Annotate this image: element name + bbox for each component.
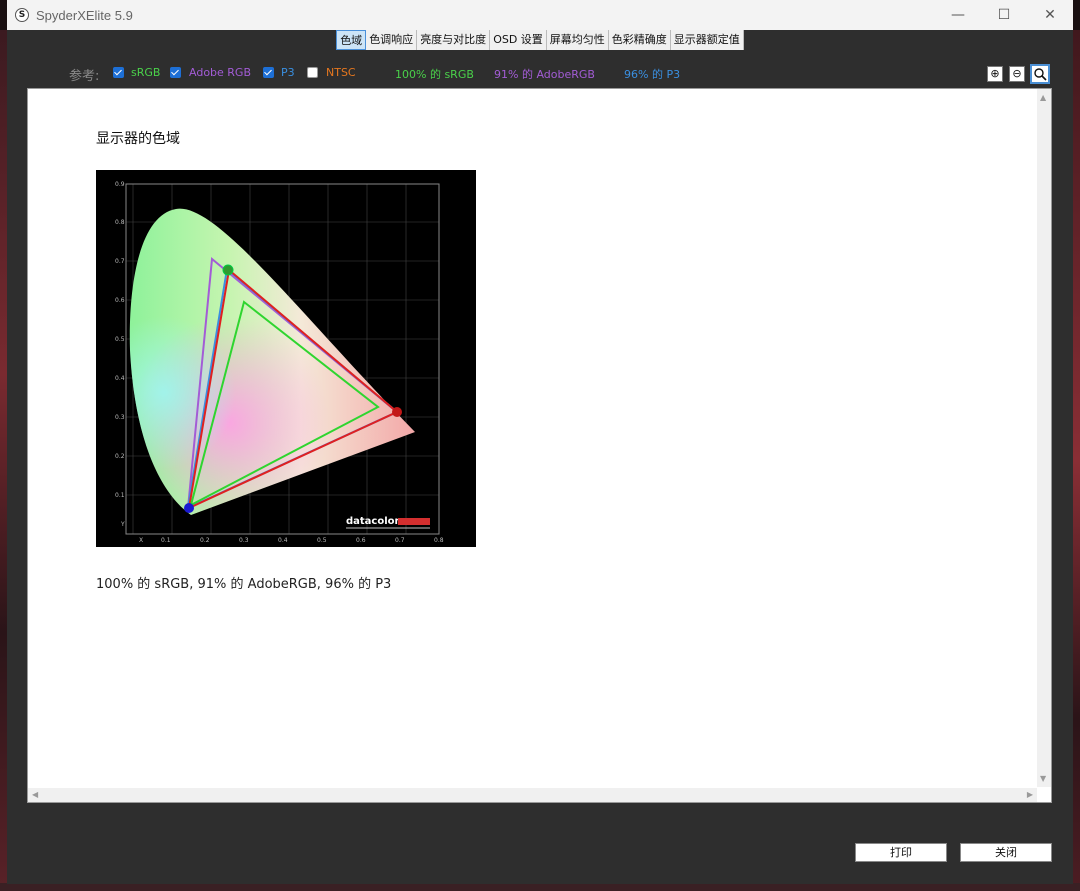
title-bar: S SpyderXElite 5.9 — ☐ ✕	[7, 0, 1073, 30]
horizontal-scrollbar[interactable]: ◀ ▶	[28, 788, 1037, 802]
gamut-summary: 100% 的 sRGB, 91% 的 AdobeRGB, 96% 的 P3	[96, 577, 392, 592]
scroll-left-icon[interactable]: ◀	[32, 790, 38, 799]
reference-row: 参考: sRGB Adobe RGB P3 NTSC 100% 的 sRGB 9…	[7, 62, 1073, 84]
scroll-right-icon[interactable]: ▶	[1027, 790, 1033, 799]
tab-display-rating[interactable]: 显示器额定值	[671, 30, 744, 50]
svg-text:0.8: 0.8	[434, 537, 444, 544]
datacolor-logo: datacolor	[346, 516, 400, 527]
svg-text:0.8: 0.8	[115, 219, 125, 226]
tab-tone-response[interactable]: 色调响应	[366, 30, 418, 50]
svg-text:0.3: 0.3	[115, 414, 125, 421]
scroll-up-icon[interactable]: ▲	[1040, 93, 1046, 102]
close-button[interactable]: 关闭	[960, 843, 1052, 862]
gamut-diagram: X 0.1 0.2 0.3 0.4 0.5 0.6 0.7 0.8 Y 0.1 …	[96, 170, 476, 547]
svg-text:0.5: 0.5	[317, 537, 327, 544]
svg-text:0.1: 0.1	[161, 537, 171, 544]
svg-text:Y: Y	[120, 521, 125, 528]
p3-label: P3	[281, 66, 295, 79]
scroll-down-icon[interactable]: ▼	[1040, 774, 1046, 783]
zoom-out-icon: ⊖	[1012, 67, 1022, 80]
green-primary-point	[222, 264, 234, 276]
maximize-button[interactable]: ☐	[981, 0, 1027, 30]
magnifier-icon	[1034, 68, 1047, 81]
zoom-in-button[interactable]: ⊕	[987, 66, 1003, 82]
tab-brightness-contrast[interactable]: 亮度与对比度	[417, 30, 491, 50]
tab-screen-uniformity[interactable]: 屏幕均匀性	[547, 30, 609, 50]
svg-text:0.6: 0.6	[356, 537, 366, 544]
adobergb-coverage: 91% 的 AdobeRGB	[494, 68, 595, 81]
p3-checkbox[interactable]	[263, 67, 274, 78]
reference-label: 参考:	[69, 69, 100, 84]
svg-text:0.4: 0.4	[278, 537, 288, 544]
svg-text:0.3: 0.3	[239, 537, 249, 544]
datacolor-logo-bar	[398, 518, 430, 525]
cie-chromaticity-chart: X 0.1 0.2 0.3 0.4 0.5 0.6 0.7 0.8 Y 0.1 …	[115, 181, 444, 544]
spyder-app-icon: S	[15, 8, 29, 22]
svg-text:X: X	[139, 537, 143, 544]
zoom-out-button[interactable]: ⊖	[1009, 66, 1025, 82]
blue-primary-point	[184, 503, 194, 513]
vertical-scrollbar[interactable]: ▲ ▼	[1037, 89, 1051, 787]
srgb-label: sRGB	[131, 66, 161, 79]
tab-color-gamut[interactable]: 色域	[336, 30, 367, 50]
srgb-checkbox[interactable]	[113, 67, 124, 78]
svg-text:0.9: 0.9	[115, 181, 125, 188]
desktop-background-bottom	[0, 883, 1080, 891]
report-content[interactable]: 显示器的色域 X 0.1 0.2 0.3 0.4 0.5 0.6 0.7 0.8…	[27, 88, 1052, 803]
svg-text:0.1: 0.1	[115, 492, 125, 499]
zoom-fit-button[interactable]	[1030, 64, 1050, 84]
adobe-rgb-checkbox[interactable]	[170, 67, 181, 78]
tab-osd-settings[interactable]: OSD 设置	[490, 30, 547, 50]
section-title: 显示器的色域	[96, 131, 180, 147]
p3-coverage: 96% 的 P3	[624, 68, 681, 81]
ntsc-checkbox[interactable]	[307, 67, 318, 78]
svg-text:0.4: 0.4	[115, 375, 125, 382]
svg-text:0.6: 0.6	[115, 297, 125, 304]
tab-color-accuracy[interactable]: 色彩精确度	[609, 30, 671, 50]
window-controls: — ☐ ✕	[935, 0, 1073, 30]
svg-text:0.2: 0.2	[115, 453, 125, 460]
red-primary-point	[392, 407, 402, 417]
window-title: SpyderXElite 5.9	[36, 7, 133, 23]
ntsc-label: NTSC	[326, 66, 356, 79]
adobe-rgb-label: Adobe RGB	[189, 66, 252, 79]
svg-text:0.2: 0.2	[200, 537, 210, 544]
tab-bar: 色域 色调响应 亮度与对比度 OSD 设置 屏幕均匀性 色彩精确度 显示器额定值	[7, 30, 1073, 50]
zoom-in-icon: ⊕	[990, 67, 1000, 80]
app-window: S SpyderXElite 5.9 — ☐ ✕ 色域 色调响应 亮度与对比度 …	[7, 0, 1073, 884]
close-window-button[interactable]: ✕	[1027, 0, 1073, 30]
desktop-background-right	[1072, 30, 1080, 891]
minimize-button[interactable]: —	[935, 0, 981, 30]
svg-text:0.7: 0.7	[395, 537, 405, 544]
svg-text:0.7: 0.7	[115, 258, 125, 265]
print-button[interactable]: 打印	[855, 843, 947, 862]
srgb-coverage: 100% 的 sRGB	[395, 68, 474, 81]
svg-text:0.5: 0.5	[115, 336, 125, 343]
